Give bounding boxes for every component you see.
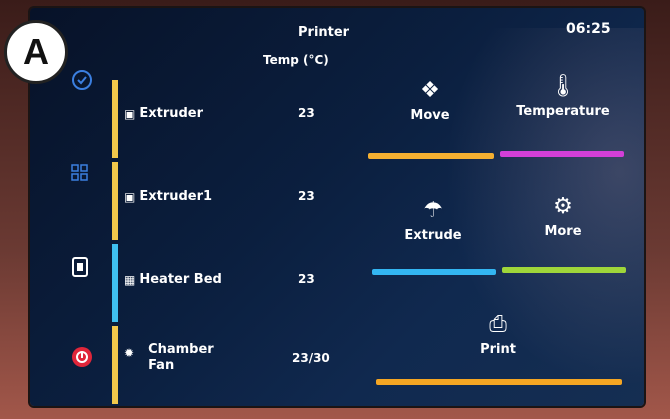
extrude-underline bbox=[372, 269, 496, 275]
more-button[interactable]: ⚙︎ More bbox=[520, 194, 606, 240]
move-underline bbox=[368, 153, 494, 159]
emergency-stop-icon[interactable] bbox=[70, 345, 94, 373]
row-extruder[interactable]: ▣ Extruder bbox=[124, 106, 203, 121]
row-chamber-fan-label: Chamber Fan bbox=[148, 342, 214, 374]
row-extruder1-label: Extruder1 bbox=[139, 189, 213, 204]
row-extruder-label: Extruder bbox=[139, 106, 204, 121]
temperature-button-label: Temperature bbox=[516, 104, 610, 119]
extrude-button[interactable]: ☂︎ Extrude bbox=[385, 198, 481, 244]
move-button-label: Move bbox=[410, 108, 450, 123]
heater-bed-icon: ▦ bbox=[124, 272, 136, 287]
chamber-fan-color-bar bbox=[112, 326, 118, 404]
extruder-temp: 23 bbox=[298, 106, 315, 120]
extruder-icon: ▣ bbox=[124, 106, 136, 121]
move-button[interactable]: ❖ Move bbox=[385, 78, 475, 124]
touch-screen: Printer Temp (°C) 06:25 ▣ Extruder 23 ▣ … bbox=[30, 8, 644, 406]
extrude-button-label: Extrude bbox=[404, 228, 462, 243]
thermometer-icon: 🌡︎ bbox=[549, 74, 577, 99]
gear-icon: ⚙︎ bbox=[553, 194, 573, 219]
extruder1-temp: 23 bbox=[298, 189, 315, 203]
extruder-color-bar bbox=[112, 80, 118, 158]
file-icon[interactable] bbox=[70, 255, 92, 283]
row-chamber-fan-label-line2: Fan bbox=[148, 358, 175, 373]
extrude-icon: ☂︎ bbox=[423, 198, 443, 223]
figure-label-badge: A bbox=[4, 20, 68, 84]
temperature-underline bbox=[500, 151, 624, 157]
extruder1-icon: ▣ bbox=[124, 189, 136, 204]
print-button-label: Print bbox=[480, 342, 516, 357]
row-chamber-fan-label-line1: Chamber bbox=[148, 342, 214, 357]
move-icon: ❖ bbox=[420, 78, 440, 103]
page-title: Printer bbox=[298, 25, 350, 40]
more-underline bbox=[502, 267, 626, 273]
more-button-label: More bbox=[544, 224, 582, 239]
clock: 06:25 bbox=[566, 21, 611, 37]
row-heater-bed[interactable]: ▦ Heater Bed bbox=[124, 272, 222, 287]
temperature-button[interactable]: 🌡︎ Temperature bbox=[500, 74, 626, 120]
fan-icon: ✹ bbox=[124, 346, 135, 360]
print-button[interactable]: ⎙ Print bbox=[456, 312, 540, 358]
row-chamber-fan[interactable]: ✹ Chamber Fan bbox=[124, 342, 214, 374]
extruder1-color-bar bbox=[112, 162, 118, 240]
heater-bed-temp: 23 bbox=[298, 272, 315, 286]
chamber-fan-temp: 23/30 bbox=[292, 351, 330, 365]
temp-column-header: Temp (°C) bbox=[263, 53, 329, 67]
grid-icon[interactable] bbox=[70, 163, 90, 187]
printer-icon: ⎙ bbox=[489, 312, 507, 337]
print-underline bbox=[376, 379, 622, 385]
heater-bed-color-bar bbox=[112, 244, 118, 322]
row-extruder1[interactable]: ▣ Extruder1 bbox=[124, 189, 212, 204]
row-heater-bed-label: Heater Bed bbox=[139, 272, 222, 287]
home-icon[interactable] bbox=[70, 68, 94, 96]
